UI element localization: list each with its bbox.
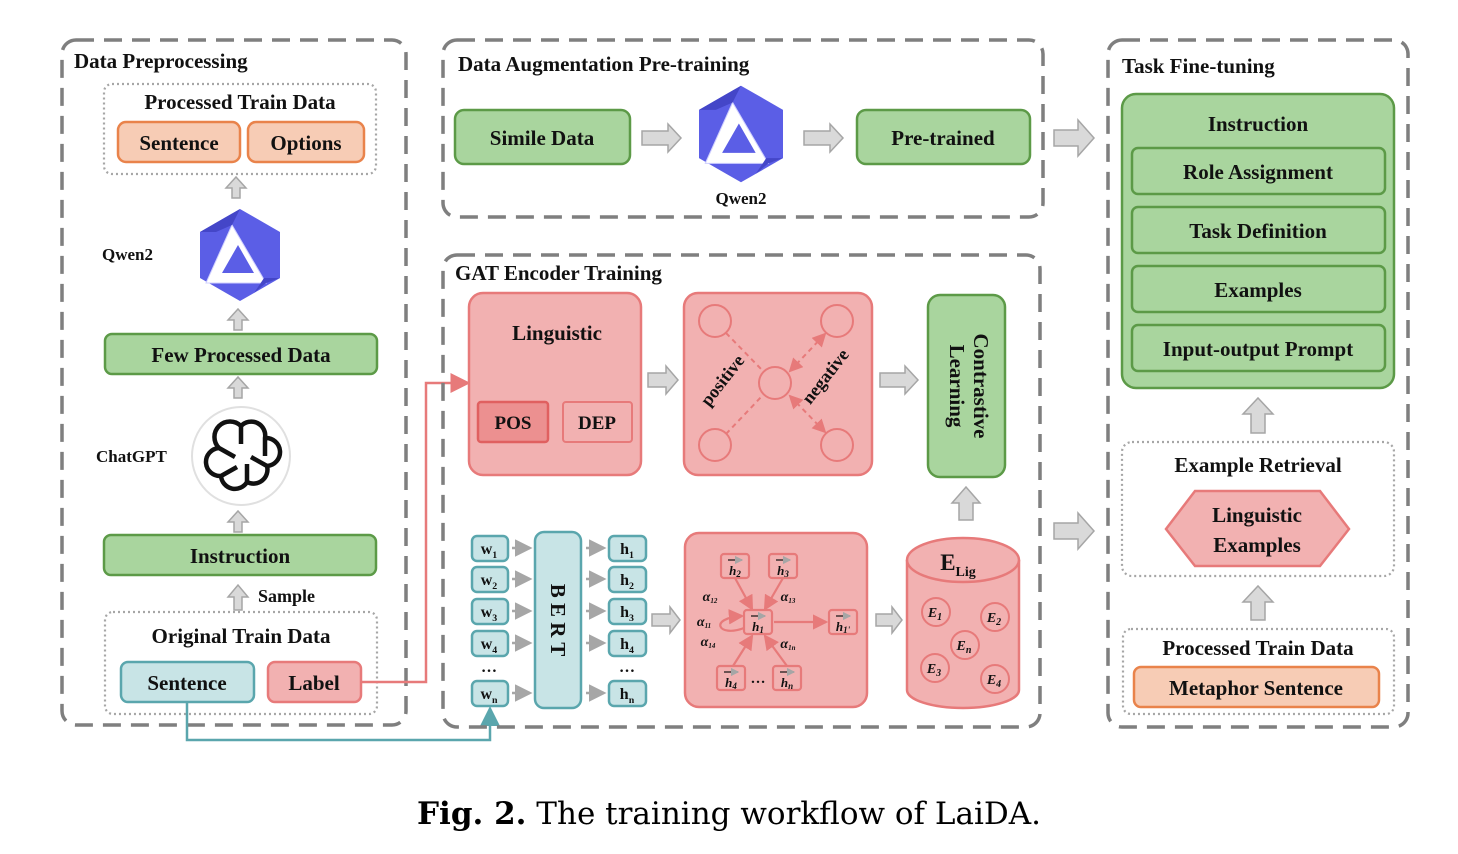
sentence-label: Sentence bbox=[139, 131, 218, 155]
contrastive-label: Contrastive bbox=[969, 334, 993, 439]
ellipsis: … bbox=[619, 659, 635, 676]
panel-task-finetuning: Task Fine-tuning Instruction Role Assign… bbox=[1106, 38, 1410, 729]
dep-label: DEP bbox=[578, 413, 616, 434]
chatgpt-logo-icon bbox=[191, 406, 291, 506]
right-arrow bbox=[647, 363, 679, 397]
original-train-data-title: Original Train Data bbox=[152, 624, 331, 648]
few-processed-data-label: Few Processed Data bbox=[151, 343, 331, 367]
original-sentence-label: Sentence bbox=[147, 671, 226, 695]
up-arrow bbox=[224, 175, 248, 199]
panel-data-augmentation: Data Augmentation Pre-training Simile Da… bbox=[441, 38, 1045, 219]
right-arrow bbox=[879, 364, 920, 396]
example-retrieval-title: Example Retrieval bbox=[1174, 453, 1342, 477]
instruction-title: Instruction bbox=[1208, 112, 1309, 136]
panel-title: Task Fine-tuning bbox=[1122, 54, 1275, 78]
instruction-item-label: Input-output Prompt bbox=[1163, 337, 1353, 361]
hidden-state-column: h1h2h3h4…hn bbox=[586, 534, 648, 708]
instruction-item-label: Examples bbox=[1214, 278, 1302, 302]
right-arrow bbox=[651, 604, 681, 636]
up-arrow bbox=[950, 485, 982, 521]
up-arrow bbox=[226, 509, 250, 533]
panel-title: GAT Encoder Training bbox=[455, 261, 662, 285]
simile-data-label: Simile Data bbox=[490, 126, 595, 150]
label-label: Label bbox=[288, 671, 340, 695]
panel-title: Data Preprocessing bbox=[74, 49, 248, 73]
panel-data-preprocessing: Data Preprocessing Processed Train Data … bbox=[60, 38, 408, 727]
up-arrow bbox=[1241, 396, 1275, 434]
panel-gat-encoder-training: GAT Encoder Training Linguistic POS DEP … bbox=[441, 253, 1042, 729]
chatgpt-label: ChatGPT bbox=[96, 447, 168, 466]
up-arrow bbox=[226, 307, 250, 331]
bert-label: B E R T bbox=[546, 584, 570, 657]
sample-label: Sample bbox=[258, 586, 315, 606]
ellipsis: … bbox=[481, 659, 497, 676]
panel-title: Data Augmentation Pre-training bbox=[458, 52, 750, 76]
workflow-diagram: Data Preprocessing Processed Train Data … bbox=[60, 38, 1410, 832]
qwen-label: Qwen2 bbox=[716, 189, 767, 208]
pretrained-label: Pre-trained bbox=[891, 126, 995, 150]
figure-caption: Fig. 2. The training workflow of LaiDA. bbox=[417, 796, 1041, 832]
linguistic-examples-line1: Linguistic bbox=[1212, 503, 1302, 527]
metaphor-sentence-label: Metaphor Sentence bbox=[1169, 676, 1343, 700]
qwen-label: Qwen2 bbox=[102, 245, 153, 264]
qwen-logo-icon bbox=[199, 208, 281, 302]
up-arrow bbox=[226, 375, 250, 399]
instruction-label: Instruction bbox=[190, 544, 291, 568]
instruction-item-label: Task Definition bbox=[1189, 219, 1327, 243]
right-arrow bbox=[1053, 511, 1096, 551]
right-arrow bbox=[803, 122, 845, 154]
learning-label: Learning bbox=[945, 345, 969, 428]
right-arrow bbox=[641, 122, 683, 154]
right-arrow bbox=[875, 604, 903, 636]
options-label: Options bbox=[270, 131, 341, 155]
linguistic-label: Linguistic bbox=[512, 321, 602, 345]
word-token-column: w1w2w3w4…wn bbox=[470, 534, 533, 708]
linguistic-examples-line2: Examples bbox=[1213, 533, 1301, 557]
processed-train-data-title: Processed Train Data bbox=[144, 90, 336, 114]
instruction-item-label: Role Assignment bbox=[1183, 160, 1333, 184]
up-arrow bbox=[1241, 584, 1275, 621]
processed-train-data-title: Processed Train Data bbox=[1162, 636, 1354, 660]
pos-label: POS bbox=[495, 413, 532, 434]
ellipsis: … bbox=[751, 671, 766, 687]
up-arrow bbox=[226, 583, 250, 611]
qwen-logo-icon bbox=[698, 85, 784, 183]
right-arrow bbox=[1053, 118, 1096, 158]
